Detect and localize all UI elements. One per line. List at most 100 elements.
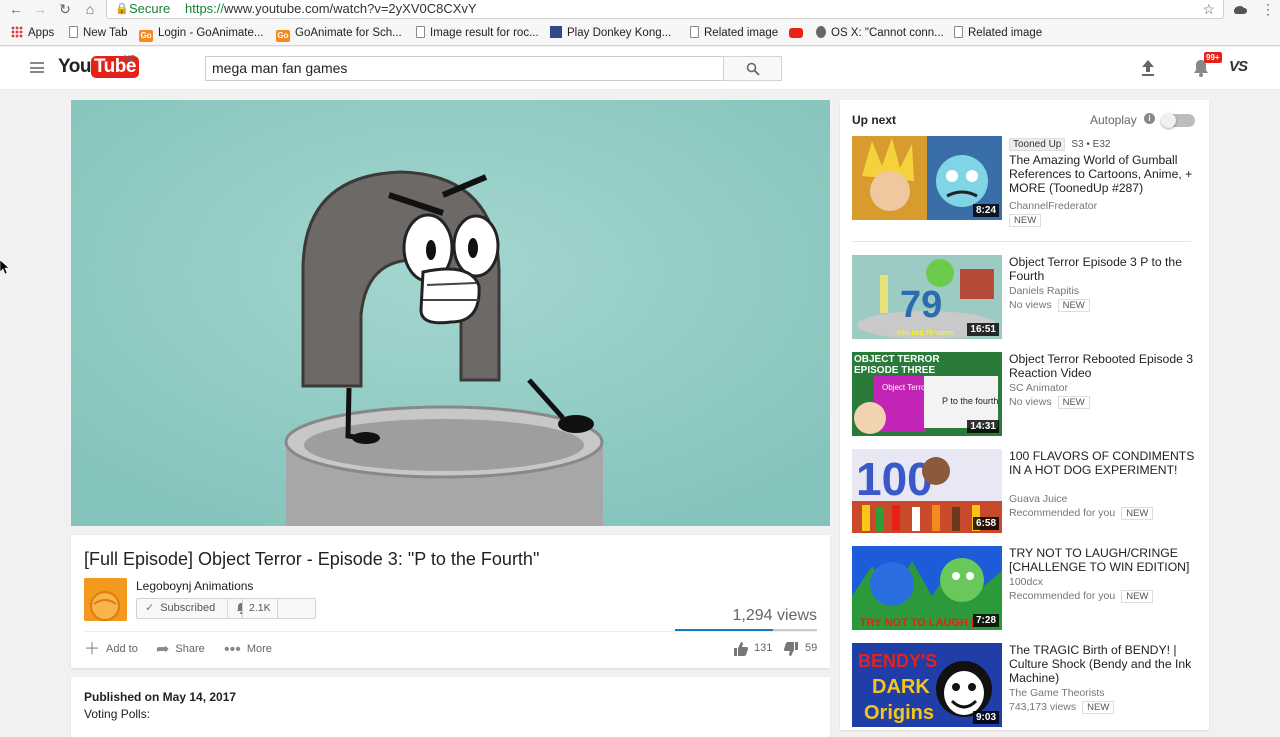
thumbnail-caption-top: BENDY'S [858, 651, 937, 671]
thumbnail-caption-number: 79 [900, 284, 942, 326]
add-to-button[interactable]: ＋ Add to [84, 641, 138, 658]
video-meta: No views NEW [1009, 299, 1090, 312]
region-label: NZ [124, 54, 135, 63]
bookmark-related-image-2[interactable]: Related image [954, 26, 1042, 42]
video-title-link[interactable]: The TRAGIC Birth of BENDY! | Culture Sho… [1009, 643, 1197, 685]
search-input[interactable]: mega man fan games [205, 56, 724, 81]
share-button[interactable]: ➦ Share [156, 641, 205, 658]
bookmark-related-image-1[interactable]: Related image [690, 26, 778, 42]
bookmark-new-tab[interactable]: New Tab [69, 26, 128, 42]
info-icon[interactable]: i [1144, 113, 1155, 124]
back-icon[interactable]: ← [6, 0, 26, 18]
thumbnail-caption-bottom: Origins [864, 702, 934, 724]
related-video-item[interactable]: 79 Mini bird 79 voters 16:51 Object Terr… [852, 255, 1197, 339]
related-video-item[interactable]: OBJECT TERROR EPISODE THREE Object Terro… [852, 352, 1197, 436]
video-title-link[interactable]: Object Terror Rebooted Episode 3 Reactio… [1009, 352, 1197, 380]
related-video-item[interactable]: BENDY'S DARK Origins 9:03 The TRAGIC Bir… [852, 643, 1197, 727]
upload-icon[interactable] [1140, 59, 1156, 77]
video-player[interactable] [71, 100, 830, 526]
related-video-item[interactable]: TRY NOT TO LAUGH | CRI 7:28 TRY NOT TO L… [852, 546, 1197, 630]
dislike-button[interactable] [783, 641, 799, 657]
video-thumbnail[interactable]: 100 6:58 [852, 449, 1002, 533]
bookmark-donkey-kong[interactable]: Play Donkey Kong... [550, 26, 671, 42]
channel-name: The Game Theorists [1009, 687, 1105, 699]
channel-avatar[interactable] [84, 578, 127, 621]
like-count: 131 [754, 642, 773, 654]
thumbnail-caption-mid: DARK [872, 676, 930, 698]
video-duration: 7:28 [972, 614, 999, 627]
channel-name: ChannelFrederator [1009, 200, 1098, 212]
video-title-link[interactable]: The Amazing World of Gumball References … [1009, 153, 1197, 195]
apps-icon [11, 26, 23, 38]
related-sidebar: Up next Autoplay i 8:24 Tooned Up S3 • E3… [840, 100, 1209, 730]
video-thumbnail[interactable]: 79 Mini bird 79 voters 16:51 [852, 255, 1002, 339]
thumbnail-caption-badge: Object Terror [882, 383, 928, 392]
series-tag: Tooned Up S3 • E32 [1009, 138, 1110, 151]
thumbnail-caption-title: OBJECT TERROR [854, 354, 940, 365]
video-thumbnail[interactable]: BENDY'S DARK Origins 9:03 [852, 643, 1002, 727]
page-icon [690, 26, 699, 38]
url-text: https://www.youtube.com/watch?v=2yXV0C8C… [185, 1, 477, 16]
like-button[interactable] [733, 641, 749, 657]
subscriber-count: 2.1K [242, 598, 278, 619]
mouse-cursor-icon [0, 260, 10, 274]
thumbnail-caption-text: Mini bird 79 voters [897, 330, 955, 337]
extension-icon[interactable] [1232, 2, 1248, 16]
menu-dots-icon[interactable]: ⋮ [1258, 0, 1278, 18]
bookmark-goanimate-login[interactable]: Go Login - GoAnimate... [139, 26, 263, 42]
more-button[interactable]: ••• More [224, 641, 272, 658]
notifications-badge: 99+ [1204, 52, 1222, 63]
youtube-icon [789, 28, 803, 38]
description-text: Voting Polls: [84, 707, 151, 721]
video-duration: 8:24 [972, 204, 999, 217]
autoplay-label: Autoplay [1090, 113, 1137, 127]
guide-menu-icon[interactable] [30, 62, 44, 73]
more-dots-icon: ••• [224, 641, 241, 658]
channel-name: SC Animator [1009, 382, 1068, 394]
youtube-logo[interactable]: You Tube NZ [58, 54, 139, 80]
thumbnail-caption-note: P to the fourth [942, 396, 998, 406]
forward-icon[interactable]: → [30, 0, 50, 18]
new-badge: NEW [1003, 214, 1042, 227]
video-title-link[interactable]: Object Terror Episode 3 P to the Fourth [1009, 255, 1197, 283]
bookmarks-bar: Apps New Tab Go Login - GoAnimate... Go Go… [0, 20, 1280, 46]
subscribed-button[interactable]: ✓ Subscribed [136, 598, 316, 619]
channel-name-link[interactable]: Legoboynj Animations [136, 579, 253, 593]
thumbnail-caption-episode: EPISODE THREE [854, 365, 935, 376]
like-ratio-fill [675, 629, 773, 631]
channel-avatar-image [84, 578, 127, 621]
related-video-item[interactable]: 100 6:58 100 FLAVORS OF CONDIMENTS IN A … [852, 449, 1197, 533]
share-icon: ➦ [156, 641, 170, 658]
video-duration: 14:31 [967, 420, 999, 433]
bookmark-youtube[interactable] [789, 26, 808, 42]
plus-icon: ＋ [84, 641, 101, 658]
search-button[interactable] [723, 56, 782, 81]
goanimate-icon: Go [276, 30, 290, 42]
video-thumbnail[interactable]: 8:24 [852, 136, 1002, 220]
video-thumbnail[interactable]: OBJECT TERROR EPISODE THREE Object Terro… [852, 352, 1002, 436]
bookmark-image-result[interactable]: Image result for roc... [416, 26, 539, 42]
video-thumbnail[interactable]: TRY NOT TO LAUGH | CRI 7:28 [852, 546, 1002, 630]
page-icon [69, 26, 78, 38]
video-meta: No views NEW [1009, 396, 1090, 409]
bookmark-apps[interactable]: Apps [11, 26, 54, 42]
video-title-link[interactable]: 100 FLAVORS OF CONDIMENTS IN A HOT DOG E… [1009, 449, 1197, 477]
bookmark-osx[interactable]: OS X: "Cannot conn... [816, 26, 944, 42]
apple-icon [816, 26, 826, 38]
video-meta: Recommended for you NEW [1009, 507, 1154, 520]
up-next-label: Up next [852, 113, 897, 127]
video-duration: 16:51 [967, 323, 999, 336]
reload-icon[interactable]: ↻ [55, 0, 75, 18]
video-info-card: [Full Episode] Object Terror - Episode 3… [71, 535, 830, 668]
bookmark-star-icon[interactable]: ☆ [1202, 0, 1215, 18]
bookmark-goanimate-school[interactable]: Go GoAnimate for Sch... [276, 26, 402, 42]
home-icon[interactable]: ⌂ [80, 0, 100, 18]
video-frame-image [71, 100, 830, 526]
dislike-count: 59 [805, 642, 818, 654]
address-bar[interactable]: 🔒 Secure https://www.youtube.com/watch?v… [106, 0, 1224, 19]
browser-toolbar: ← → ↻ ⌂ 🔒 Secure https://www.youtube.com… [0, 0, 1280, 20]
up-next-item[interactable]: 8:24 Tooned Up S3 • E32 The Amazing World… [852, 136, 1197, 227]
autoplay-toggle[interactable] [1161, 113, 1195, 128]
video-title-link[interactable]: TRY NOT TO LAUGH/CRINGE [CHALLENGE TO WI… [1009, 546, 1197, 574]
account-avatar[interactable]: VS [1229, 58, 1248, 75]
